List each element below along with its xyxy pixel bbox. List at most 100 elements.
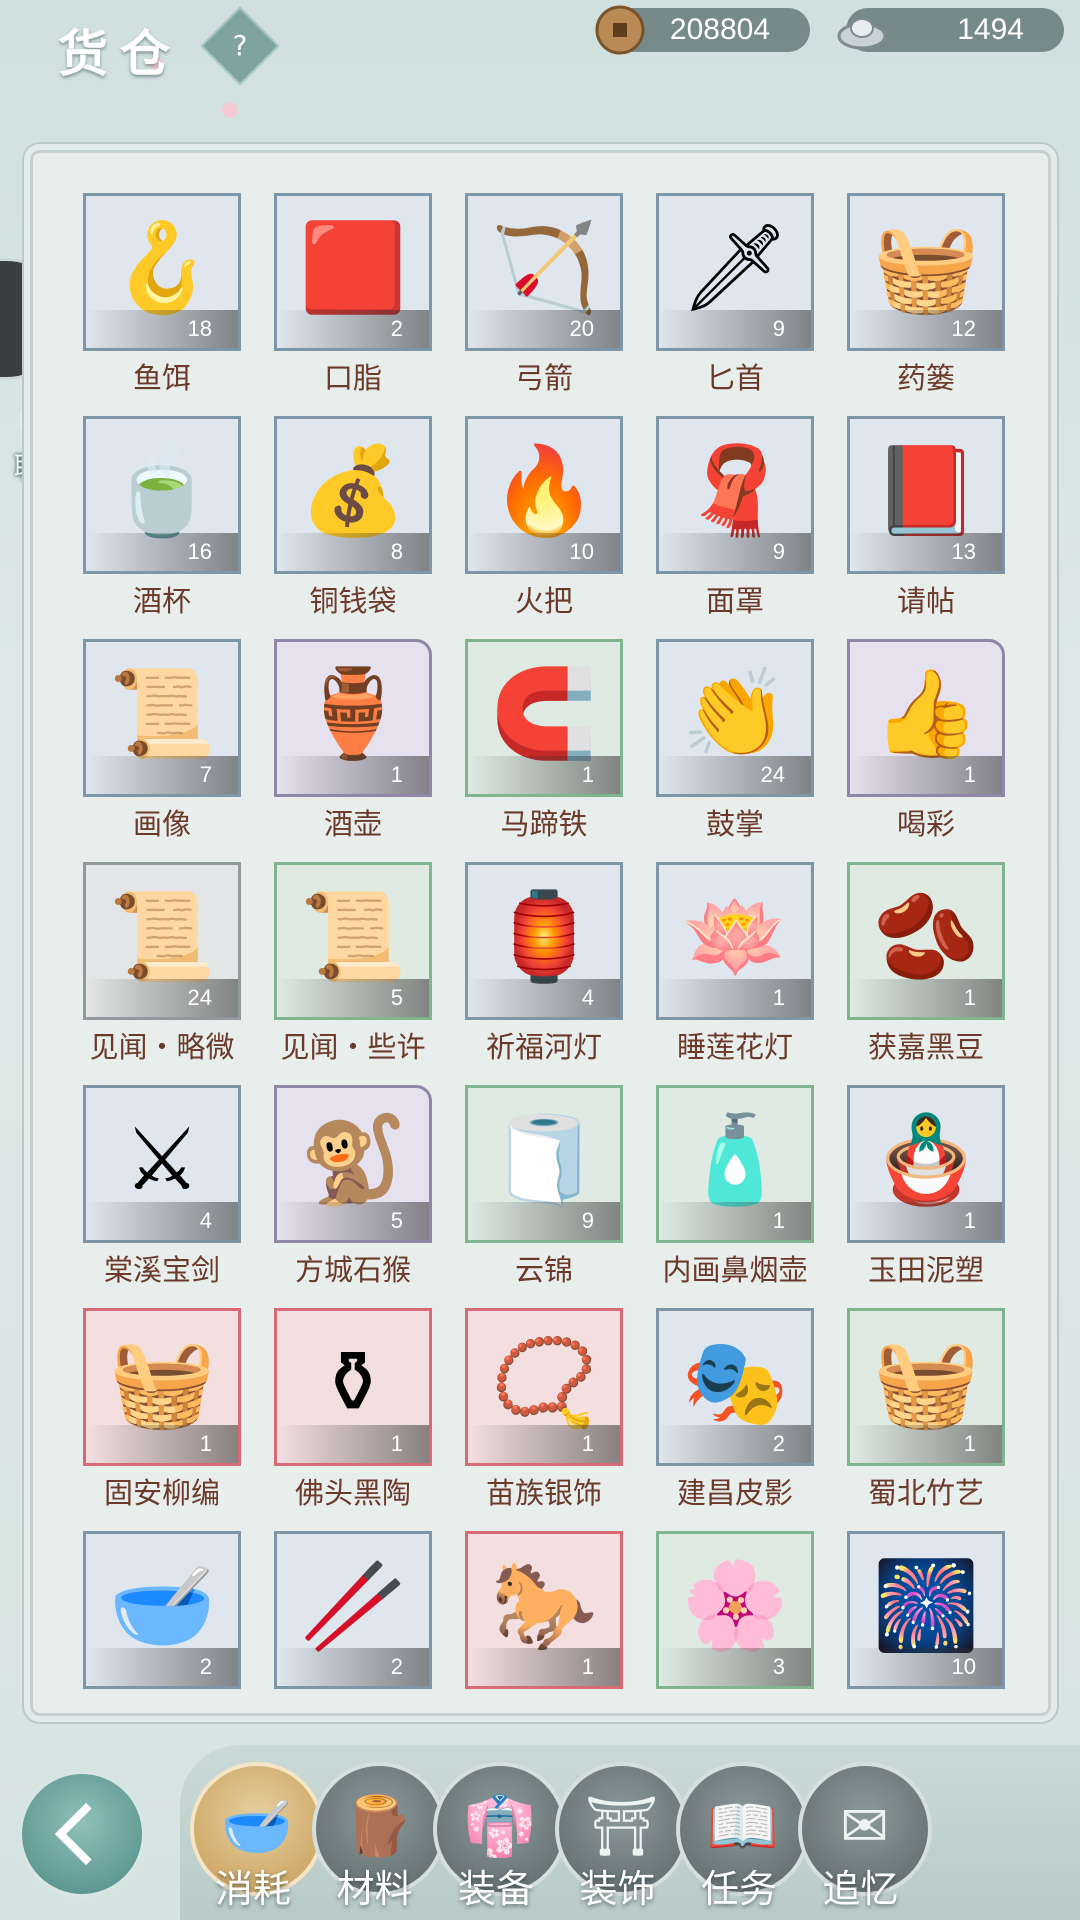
- inventory-item[interactable]: 🌸 3: [656, 1531, 814, 1754]
- item-slot[interactable]: 💰 8: [274, 416, 432, 574]
- inventory-item[interactable]: 🪝 18 鱼饵: [83, 193, 241, 416]
- inventory-item[interactable]: 🧺 1 蜀北竹艺: [847, 1308, 1005, 1531]
- inventory-item[interactable]: 🧲 1 马蹄铁: [465, 639, 623, 862]
- item-icon: 📜: [108, 664, 216, 764]
- inventory-item[interactable]: 📜 7 画像: [83, 639, 241, 862]
- inventory-item[interactable]: 🟥 2 口脂: [274, 193, 432, 416]
- item-slot[interactable]: 🏹 20: [465, 193, 623, 351]
- item-icon: 🧲: [490, 664, 598, 764]
- item-count: 7: [86, 756, 238, 794]
- item-name: 蜀北竹艺: [867, 1476, 984, 1510]
- inventory-item[interactable]: 🐒 5 方城石猴: [274, 1085, 432, 1308]
- inventory-item[interactable]: 🧺 12 药篓: [847, 193, 1005, 416]
- item-slot[interactable]: 🎭 2: [656, 1308, 814, 1466]
- nav-tab-label[interactable]: 材料: [305, 1858, 445, 1913]
- item-slot[interactable]: 🧺 12: [847, 193, 1005, 351]
- item-slot[interactable]: 🏺 1: [274, 639, 432, 797]
- item-icon: 🏮: [490, 887, 598, 987]
- item-slot[interactable]: 🗡 9: [656, 193, 814, 351]
- inventory-item[interactable]: 👏 24 鼓掌: [656, 639, 814, 862]
- item-icon: 🧺: [872, 1333, 980, 1433]
- item-name: 建昌皮影: [676, 1476, 793, 1510]
- inventory-item[interactable]: 📿 1 苗族银饰: [465, 1308, 623, 1531]
- item-slot[interactable]: 🍵 16: [83, 416, 241, 574]
- item-slot[interactable]: 👍 1: [847, 639, 1005, 797]
- item-icon: 🏹: [490, 218, 598, 318]
- item-slot[interactable]: 📕 13: [847, 416, 1005, 574]
- inventory-item[interactable]: 👍 1 喝彩: [847, 639, 1005, 862]
- inventory-item[interactable]: 🐎 1: [465, 1531, 623, 1754]
- inventory-item[interactable]: 🎭 2 建昌皮影: [656, 1308, 814, 1531]
- item-slot[interactable]: 🧺 1: [847, 1308, 1005, 1466]
- back-button[interactable]: [18, 1770, 146, 1898]
- inventory-item[interactable]: 📜 5 见闻・些许: [274, 862, 432, 1085]
- inventory-item[interactable]: 🫘 1 获嘉黑豆: [847, 862, 1005, 1085]
- inventory-item[interactable]: 🪆 1 玉田泥塑: [847, 1085, 1005, 1308]
- item-slot[interactable]: 🧻 9: [465, 1085, 623, 1243]
- item-slot[interactable]: 🧲 1: [465, 639, 623, 797]
- item-slot[interactable]: 🌸 3: [656, 1531, 814, 1689]
- inventory-item[interactable]: ⚱ 1 佛头黑陶: [274, 1308, 432, 1531]
- inventory-item[interactable]: 🎆 10: [847, 1531, 1005, 1754]
- item-slot[interactable]: 📜 24: [83, 862, 241, 1020]
- item-slot[interactable]: 🧴 1: [656, 1085, 814, 1243]
- item-slot[interactable]: 📜 7: [83, 639, 241, 797]
- item-slot[interactable]: 👏 24: [656, 639, 814, 797]
- inventory-item[interactable]: 💰 8 铜钱袋: [274, 416, 432, 639]
- item-count: 1: [277, 1425, 429, 1463]
- item-slot[interactable]: 🥣 2: [83, 1531, 241, 1689]
- item-slot[interactable]: ⚱ 1: [274, 1308, 432, 1466]
- inventory-item[interactable]: 🥢 2: [274, 1531, 432, 1754]
- inventory-item[interactable]: 🧣 9 面罩: [656, 416, 814, 639]
- item-count: 1: [659, 1202, 811, 1240]
- item-count: 10: [468, 533, 620, 571]
- inventory-item[interactable]: 🍵 16 酒杯: [83, 416, 241, 639]
- item-slot[interactable]: 🎆 10: [847, 1531, 1005, 1689]
- item-slot[interactable]: 🪆 1: [847, 1085, 1005, 1243]
- item-slot[interactable]: 🐒 5: [274, 1085, 432, 1243]
- item-slot[interactable]: 🐎 1: [465, 1531, 623, 1689]
- inventory-item[interactable]: 🧻 9 云锦: [465, 1085, 623, 1308]
- item-slot[interactable]: 🔥 10: [465, 416, 623, 574]
- inventory-item[interactable]: 🏮 4 祈福河灯: [465, 862, 623, 1085]
- item-slot[interactable]: 🧺 1: [83, 1308, 241, 1466]
- item-name: 鼓掌: [705, 807, 764, 841]
- inventory-item[interactable]: 🏹 20 弓箭: [465, 193, 623, 416]
- item-icon: 👍: [872, 664, 980, 764]
- item-slot[interactable]: 🟥 2: [274, 193, 432, 351]
- page-title: 货仓: [58, 24, 182, 83]
- item-name: 棠溪宝剑: [103, 1253, 220, 1287]
- inventory-item[interactable]: 🪷 1 睡莲花灯: [656, 862, 814, 1085]
- item-slot[interactable]: 📿 1: [465, 1308, 623, 1466]
- item-slot[interactable]: 🥢 2: [274, 1531, 432, 1689]
- item-name: 睡莲花灯: [676, 1030, 793, 1064]
- item-name: 佛头黑陶: [294, 1476, 411, 1510]
- item-slot[interactable]: 🪷 1: [656, 862, 814, 1020]
- nav-tab-label[interactable]: 任务: [669, 1858, 809, 1913]
- inventory-item[interactable]: 🏺 1 酒壶: [274, 639, 432, 862]
- item-name: 苗族银饰: [485, 1476, 602, 1510]
- inventory-item[interactable]: 🧺 1 固安柳编: [83, 1308, 241, 1531]
- inventory-item[interactable]: 🔥 10 火把: [465, 416, 623, 639]
- inventory-item[interactable]: ⚔ 4 棠溪宝剑: [83, 1085, 241, 1308]
- nav-tab-label[interactable]: 消耗: [183, 1858, 323, 1913]
- item-slot[interactable]: 🪝 18: [83, 193, 241, 351]
- nav-tab-label[interactable]: 追忆: [791, 1858, 931, 1913]
- nav-tab-label[interactable]: 装饰: [548, 1858, 688, 1913]
- item-slot[interactable]: 🧣 9: [656, 416, 814, 574]
- item-icon: 🧺: [108, 1333, 216, 1433]
- inventory-item[interactable]: 📕 13 请帖: [847, 416, 1005, 639]
- inventory-item[interactable]: 🥣 2: [83, 1531, 241, 1754]
- help-button[interactable]: ?: [200, 6, 280, 86]
- item-slot[interactable]: ⚔ 4: [83, 1085, 241, 1243]
- item-slot[interactable]: 🫘 1: [847, 862, 1005, 1020]
- item-slot[interactable]: 🏮 4: [465, 862, 623, 1020]
- inventory-item[interactable]: 🧴 1 内画鼻烟壶: [656, 1085, 814, 1308]
- item-count: 2: [659, 1425, 811, 1463]
- nav-tab-label[interactable]: 装备: [426, 1858, 566, 1913]
- item-slot[interactable]: 📜 5: [274, 862, 432, 1020]
- inventory-item[interactable]: 📜 24 见闻・略微: [83, 862, 241, 1085]
- item-icon: 🐒: [299, 1110, 407, 1210]
- inventory-item[interactable]: 🗡 9 匕首: [656, 193, 814, 416]
- item-count: 1: [850, 979, 1002, 1017]
